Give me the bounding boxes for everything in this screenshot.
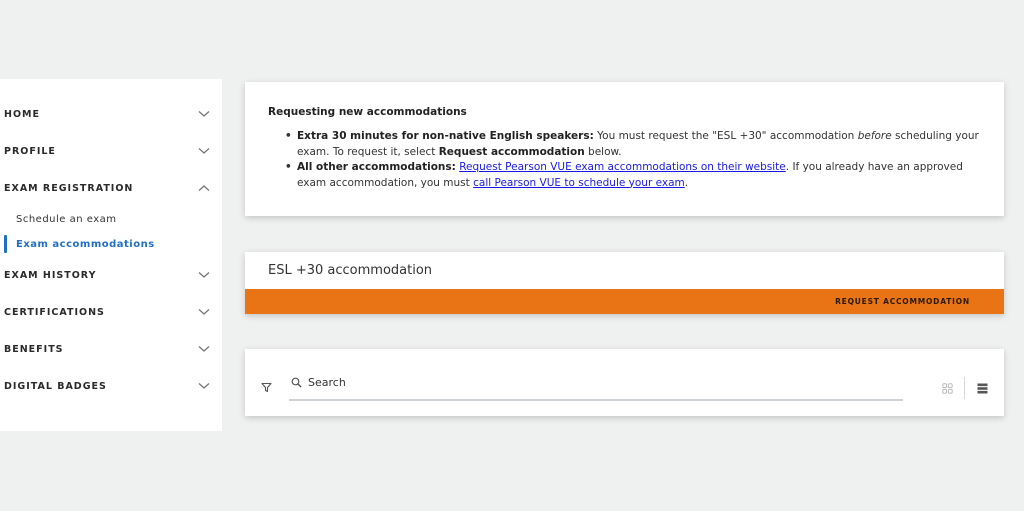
nav-label: BENEFITS	[4, 343, 64, 355]
sidebar-nav: HOME PROFILE EXAM REGISTRATION Schedule …	[0, 79, 222, 431]
chevron-down-icon	[198, 111, 210, 117]
view-toggle-divider	[964, 377, 965, 399]
chevron-down-icon	[198, 272, 210, 278]
nav-subitem-schedule-exam[interactable]: Schedule an exam	[0, 209, 222, 229]
search-input[interactable]	[308, 375, 868, 389]
search-card	[245, 349, 1004, 416]
info-card-title: Requesting new accommodations	[268, 106, 467, 118]
nav-label: HOME	[4, 108, 40, 120]
bullet-text: You must request the "ESL +30" accommoda…	[593, 130, 858, 142]
esl-accommodation-card: ESL +30 accommodation REQUEST ACCOMMODAT…	[245, 252, 1004, 314]
nav-label: EXAM REGISTRATION	[4, 182, 134, 194]
nav-item-certifications[interactable]: CERTIFICATIONS	[0, 299, 222, 325]
bullet-text: below.	[584, 145, 622, 158]
bullet-text: .	[684, 176, 689, 189]
nav-item-digital-badges[interactable]: DIGITAL BADGES	[0, 373, 222, 399]
info-list: Extra 30 minutes for non-native English …	[268, 129, 982, 191]
nav-label: CERTIFICATIONS	[4, 306, 105, 318]
accommodation-title: ESL +30 accommodation	[268, 263, 433, 278]
info-bullet-other: All other accommodations: Request Pearso…	[268, 160, 982, 191]
chevron-up-icon	[198, 185, 210, 191]
accommodation-action-bar: REQUEST ACCOMMODATION	[245, 289, 1004, 314]
nav-subitem-label: Schedule an exam	[16, 213, 117, 225]
accommodations-info-card: Requesting new accommodations Extra 30 m…	[245, 82, 1004, 216]
chevron-down-icon	[198, 383, 210, 389]
chevron-down-icon	[198, 148, 210, 154]
call-pearson-vue-link[interactable]: call Pearson VUE to schedule your exam	[473, 177, 685, 189]
grid-view-icon[interactable]	[942, 383, 953, 394]
nav-item-exam-registration[interactable]: EXAM REGISTRATION	[0, 175, 222, 201]
search-field	[289, 369, 903, 401]
bullet-bold-text: Request accommodation	[438, 145, 585, 158]
info-bullet-esl: Extra 30 minutes for non-native English …	[268, 129, 982, 160]
search-icon	[291, 377, 302, 387]
nav-label: EXAM HISTORY	[4, 269, 97, 281]
list-view-icon[interactable]	[977, 383, 988, 394]
chevron-down-icon	[198, 309, 210, 315]
bullet-heading: All other accommodations:	[297, 161, 456, 173]
chevron-down-icon	[198, 346, 210, 352]
request-accommodation-button[interactable]: REQUEST ACCOMMODATION	[835, 297, 970, 306]
bullet-heading: Extra 30 minutes for non-native English …	[297, 130, 594, 142]
nav-subitem-label: Exam accommodations	[16, 238, 155, 250]
filter-icon[interactable]	[261, 382, 272, 393]
nav-item-home[interactable]: HOME	[0, 101, 222, 127]
bullet-emphasis: before	[857, 130, 892, 142]
nav-label: PROFILE	[4, 145, 56, 157]
nav-label: DIGITAL BADGES	[4, 380, 107, 392]
nav-subitem-exam-accommodations[interactable]: Exam accommodations	[0, 234, 222, 254]
nav-item-exam-history[interactable]: EXAM HISTORY	[0, 262, 222, 288]
nav-item-benefits[interactable]: BENEFITS	[0, 336, 222, 362]
pearson-vue-website-link[interactable]: Request Pearson VUE exam accommodations …	[459, 161, 786, 173]
nav-item-profile[interactable]: PROFILE	[0, 138, 222, 164]
